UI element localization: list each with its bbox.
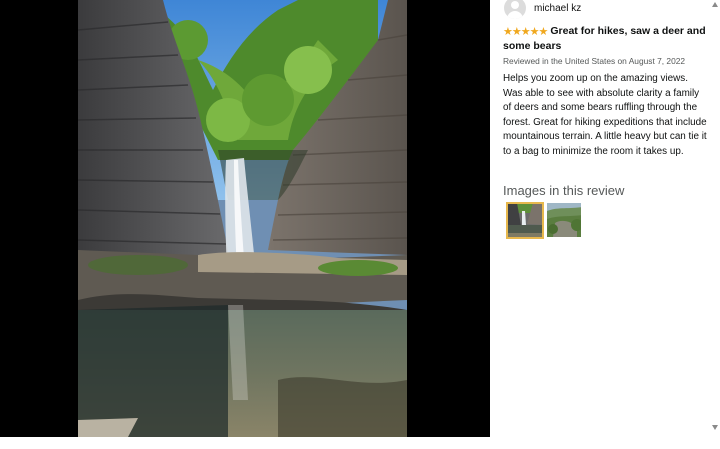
review-photo[interactable] — [78, 0, 407, 437]
scroll-up-arrow-icon[interactable] — [712, 2, 718, 7]
star-rating[interactable]: ★★★★★ — [503, 25, 549, 39]
star-icon: ★ — [529, 26, 540, 38]
review-thumbnails — [506, 202, 581, 239]
panel-scrollbar[interactable] — [710, 0, 720, 437]
waterfall-photo-graphic — [78, 0, 407, 437]
star-icon: ★ — [503, 26, 513, 38]
user-avatar-icon[interactable] — [504, 0, 526, 19]
bottom-strip — [0, 437, 720, 449]
scroll-down-arrow-icon[interactable] — [712, 425, 718, 430]
image-viewer — [0, 0, 490, 437]
review-panel: michael kz ★★★★★ Great for hikes, saw a … — [490, 0, 710, 437]
images-heading: Images in this review — [503, 183, 625, 198]
review-date: Reviewed in the United States on August … — [503, 56, 686, 66]
thumbnail-waterfall[interactable] — [506, 202, 544, 239]
thumbnail-landscape[interactable] — [547, 203, 581, 237]
star-icon: ★ — [511, 26, 522, 38]
reviewer-profile[interactable]: michael kz — [504, 0, 581, 20]
thumbnail-waterfall-graphic — [507, 203, 543, 238]
review-title-block: ★★★★★ Great for hikes, saw a deer and so… — [503, 24, 708, 53]
star-icon: ★ — [538, 26, 549, 38]
review-body: Helps you zoom up on the amazing views. … — [503, 73, 707, 157]
thumbnail-landscape-graphic — [547, 203, 581, 237]
star-icon: ★ — [520, 26, 531, 38]
reviewer-name[interactable]: michael kz — [534, 3, 581, 14]
